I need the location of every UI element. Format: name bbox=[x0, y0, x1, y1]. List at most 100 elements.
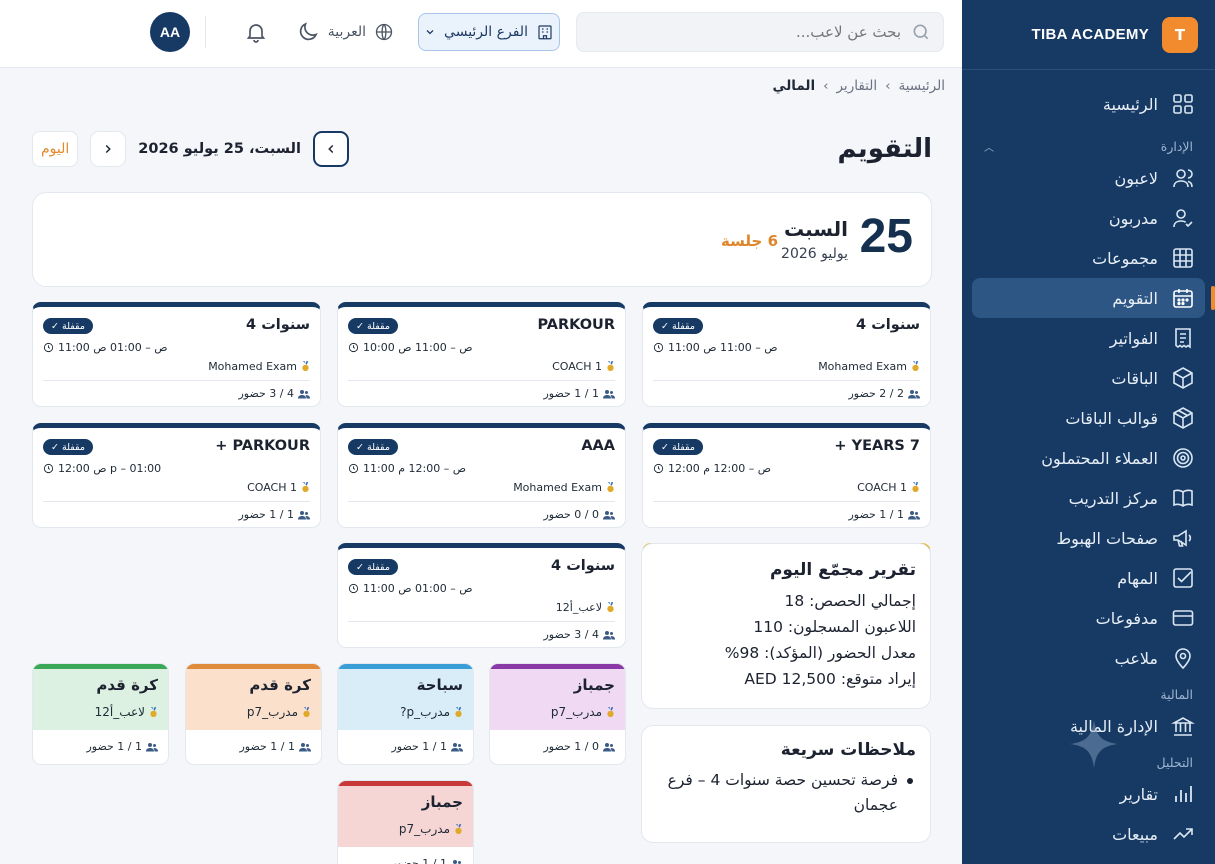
mini-session-card[interactable]: سباحة مدرب_p? 1 / 1 حضور bbox=[337, 663, 474, 765]
attendance-text: 4 / 3 حضور bbox=[543, 628, 599, 641]
session-title: سنوات 4 bbox=[856, 317, 920, 333]
avatar[interactable]: AA bbox=[150, 12, 190, 52]
status-badge: مقفلة ✓ bbox=[348, 439, 398, 455]
sidebar-item-coaches[interactable]: مدربون bbox=[972, 198, 1205, 238]
session-title: AAA bbox=[581, 438, 615, 454]
clock-icon bbox=[43, 463, 54, 474]
session-coach: COACH 1 bbox=[247, 481, 310, 494]
trend-icon bbox=[1173, 828, 1193, 840]
sidebar-item-sales[interactable]: مبيعات bbox=[972, 814, 1205, 854]
chevron-up-icon[interactable]: ︿ bbox=[984, 139, 994, 154]
chevron-right-icon bbox=[106, 144, 112, 154]
card-header bbox=[338, 781, 473, 847]
sidebar-item-landing-pages[interactable]: صفحات الهبوط bbox=[972, 518, 1205, 558]
sidebar-item-label: مبيعات bbox=[1112, 824, 1158, 844]
attendance-text: 0 / 0 حضور bbox=[543, 508, 599, 521]
sidebar-item-label: مجموعات bbox=[1092, 248, 1158, 268]
sidebar-item-leads[interactable]: العملاء المحتملون bbox=[972, 438, 1205, 478]
session-attendance: 1 / 1 حضور bbox=[543, 387, 615, 400]
branch-select[interactable]: الفرع الرئيسي bbox=[418, 13, 560, 51]
session-count: 6 جلسة bbox=[721, 232, 778, 250]
mini-session-card[interactable]: جمباز مدرب_p7 0 / 1 حضور bbox=[489, 663, 626, 765]
next-day-button[interactable] bbox=[90, 131, 127, 167]
user-check-icon bbox=[1173, 209, 1193, 228]
clock-icon bbox=[348, 463, 359, 474]
daily-report-title: تقرير مجمّع اليوم bbox=[769, 560, 916, 580]
mini-session-card[interactable]: جمباز مدرب_p7 1 / 1 حضور bbox=[337, 780, 474, 864]
sidebar-item-calendar[interactable]: التقويم bbox=[972, 278, 1215, 318]
medal-icon bbox=[912, 361, 919, 371]
card-divider bbox=[348, 621, 615, 622]
session-coach: Mohamed Exam bbox=[818, 360, 920, 373]
session-time-text: ص – 01:00 ص 11:00 bbox=[58, 341, 168, 354]
sidebar-item-fields[interactable]: ملاعب bbox=[972, 638, 1205, 678]
session-card[interactable]: PARKOUR مقفلة ✓ ص – 11:00 ص 10:00 COACH 1 1 … bbox=[337, 302, 626, 407]
sidebar-item-label: الرئيسية bbox=[1102, 94, 1158, 114]
session-card[interactable]: سنوات 4 مقفلة ✓ ص – 01:00 ص 11:00 لاعب_أ12 4… bbox=[337, 543, 626, 648]
sidebar-item-package-templates[interactable]: قوالب الباقات bbox=[972, 398, 1205, 438]
prev-day-button[interactable] bbox=[312, 131, 349, 167]
session-card[interactable]: PARKOUR + مقفلة ✓ p – 01:00 ص 12:00 COACH 1… bbox=[32, 423, 321, 528]
attendance-text: 0 / 1 حضور bbox=[543, 740, 599, 753]
sidebar-item-reports[interactable]: تقارير bbox=[972, 774, 1205, 814]
attendance-text: 1 / 1 حضور bbox=[239, 740, 295, 753]
session-attendance: 1 / 1 حضور bbox=[391, 740, 463, 753]
people-icon bbox=[146, 742, 158, 751]
session-time: ص – 12:00 م 11:00 bbox=[348, 462, 466, 475]
sidebar-item-training-center[interactable]: مركز التدريب bbox=[972, 478, 1205, 518]
day-summary-card: 25 السبت يوليو 2026 6 جلسة bbox=[32, 192, 932, 287]
report-row: معدل الحضور (المؤكد): 98% bbox=[724, 644, 916, 662]
attendance-text: 1 / 1 حضور bbox=[391, 857, 447, 864]
breadcrumb-reports[interactable]: التقارير bbox=[836, 78, 877, 94]
status-badge: مقفلة ✓ bbox=[43, 318, 93, 334]
branch-label: الفرع الرئيسي bbox=[444, 24, 528, 40]
sidebar-item-tasks[interactable]: المهام bbox=[972, 558, 1205, 598]
breadcrumb-home[interactable]: الرئيسية bbox=[899, 78, 946, 94]
sidebar-item-home[interactable]: الرئيسية bbox=[972, 84, 1205, 124]
table-icon bbox=[1173, 248, 1193, 268]
sidebar-item-payments[interactable]: مدفوعات bbox=[972, 598, 1205, 638]
moon-icon[interactable] bbox=[296, 20, 320, 44]
session-attendance: 2 / 2 حضور bbox=[848, 387, 920, 400]
sidebar-item-invoices[interactable]: الفواتير bbox=[972, 318, 1205, 358]
chevron-left-icon bbox=[328, 144, 334, 154]
language-switch[interactable]: العربية bbox=[328, 22, 394, 42]
sidebar-item-packages[interactable]: الباقات bbox=[972, 358, 1205, 398]
session-time-text: p – 01:00 ص 12:00 bbox=[58, 462, 162, 475]
medal-icon bbox=[607, 602, 614, 612]
sidebar-item-label: لاعبون bbox=[1114, 168, 1158, 188]
session-attendance: 1 / 1 حضور bbox=[238, 508, 310, 521]
session-card[interactable]: سنوات 4 مقفلة ✓ ص – 01:00 ص 11:00 Mohamed E… bbox=[32, 302, 321, 407]
search-box[interactable] bbox=[576, 12, 944, 52]
megaphone-icon bbox=[1173, 529, 1192, 547]
session-title: PARKOUR bbox=[537, 317, 615, 333]
sidebar-item-label: الباقات bbox=[1111, 368, 1158, 388]
people-icon bbox=[603, 630, 615, 639]
medal-icon bbox=[455, 706, 462, 717]
people-icon bbox=[908, 510, 920, 519]
sidebar-item-label: العملاء المحتملون bbox=[1041, 448, 1158, 468]
attendance-text: 1 / 1 حضور bbox=[391, 740, 447, 753]
search-input[interactable] bbox=[621, 23, 901, 41]
session-coach: مدرب_p? bbox=[400, 705, 463, 719]
box-icon bbox=[1173, 367, 1193, 389]
session-attendance: 1 / 1 حضور bbox=[391, 857, 463, 864]
sidebar-item-players[interactable]: لاعبون bbox=[972, 158, 1205, 198]
quick-notes-title: ملاحظات سريعة bbox=[780, 740, 916, 760]
sparkle-icon bbox=[1070, 720, 1118, 768]
session-card[interactable]: سنوات 4 مقفلة ✓ ص – 11:00 ص 11:00 Mohamed E… bbox=[642, 302, 931, 407]
topbar-divider bbox=[205, 16, 206, 48]
page-title: التقويم bbox=[837, 134, 932, 164]
session-card[interactable]: AAA مقفلة ✓ ص – 12:00 م 11:00 Mohamed Exam 0… bbox=[337, 423, 626, 528]
brand-logo: T bbox=[1162, 16, 1198, 53]
today-button[interactable]: اليوم bbox=[32, 131, 79, 167]
session-card[interactable]: 7 YEARS + مقفلة ✓ ص – 12:00 م 12:00 COACH 1… bbox=[642, 423, 931, 528]
coach-name: مدرب_p7 bbox=[550, 705, 602, 719]
mini-session-card[interactable]: كرة قدم مدرب_p7 1 / 1 حضور bbox=[185, 663, 322, 765]
mini-session-card[interactable]: كرة قدم لاعب_أ12 1 / 1 حضور bbox=[32, 663, 169, 765]
bell-icon[interactable] bbox=[244, 20, 268, 44]
session-attendance: 4 / 3 حضور bbox=[238, 387, 310, 400]
session-time: p – 01:00 ص 12:00 bbox=[43, 462, 161, 475]
status-badge: مقفلة ✓ bbox=[653, 439, 703, 455]
sidebar-item-groups[interactable]: مجموعات bbox=[972, 238, 1205, 278]
